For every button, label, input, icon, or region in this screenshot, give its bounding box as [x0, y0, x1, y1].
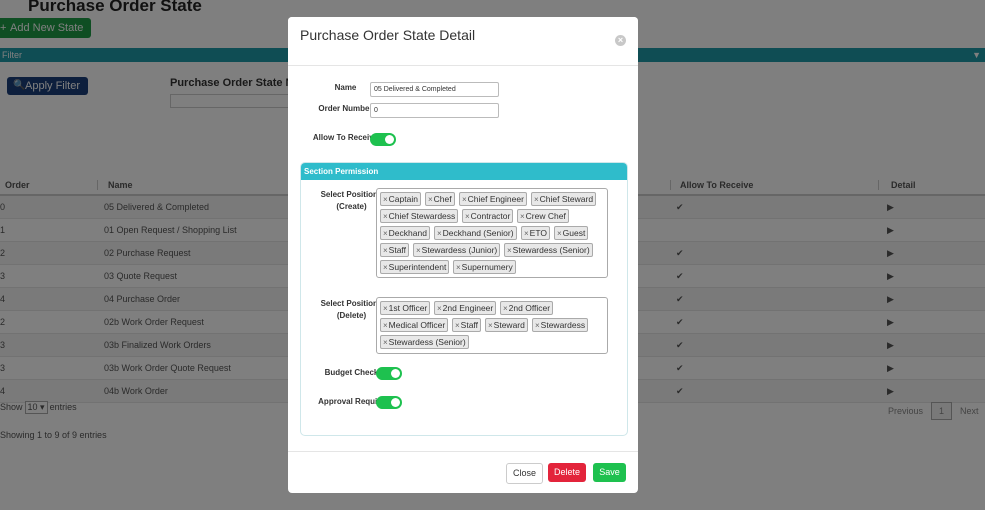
- position-tag-label: Supernumery: [461, 262, 513, 272]
- position-tag-label: 2nd Officer: [508, 303, 551, 313]
- budget-check-toggle[interactable]: [376, 367, 402, 380]
- position-tag[interactable]: ×Deckhand (Senior): [434, 226, 517, 240]
- position-tag[interactable]: ×Crew Chef: [517, 209, 569, 223]
- remove-tag-icon[interactable]: ×: [435, 304, 443, 313]
- remove-tag-icon[interactable]: ×: [435, 229, 443, 238]
- position-tag-label: Staff: [460, 320, 478, 330]
- position-tag-label: Steward: [493, 320, 525, 330]
- position-tag-label: Stewardess (Senior): [512, 245, 590, 255]
- position-tag[interactable]: ×Chief Engineer: [459, 192, 527, 206]
- position-tag[interactable]: ×Steward: [485, 318, 528, 332]
- positions-create-multiselect[interactable]: ×Captain ×Chef ×Chief Engineer ×Chief Stewa…: [376, 188, 608, 278]
- remove-tag-icon[interactable]: ×: [505, 246, 513, 255]
- remove-tag-icon[interactable]: ×: [522, 229, 530, 238]
- position-tag-label: 2nd Engineer: [442, 303, 494, 313]
- position-tag-label: Crew Chef: [525, 211, 566, 221]
- position-tag[interactable]: ×2nd Officer: [500, 301, 554, 315]
- position-tag-label: Deckhand: [388, 228, 427, 238]
- position-tag[interactable]: ×Medical Officer: [380, 318, 449, 332]
- position-tag[interactable]: ×Chief Steward: [531, 192, 597, 206]
- delete-button[interactable]: Delete: [548, 463, 586, 482]
- position-tag-label: Chief Engineer: [467, 194, 524, 204]
- position-tag[interactable]: ×Stewardess (Senior): [504, 243, 593, 257]
- position-tag[interactable]: ×2nd Engineer: [434, 301, 497, 315]
- position-tag-label: Chef: [433, 194, 452, 204]
- position-tag[interactable]: ×ETO: [521, 226, 550, 240]
- position-tag-label: Stewardess: [540, 320, 586, 330]
- remove-tag-icon[interactable]: ×: [454, 263, 462, 272]
- remove-tag-icon[interactable]: ×: [381, 212, 389, 221]
- order-number-field[interactable]: 0: [370, 103, 499, 118]
- remove-tag-icon[interactable]: ×: [381, 229, 389, 238]
- position-tag[interactable]: ×Guest: [554, 226, 589, 240]
- remove-tag-icon[interactable]: ×: [381, 195, 389, 204]
- remove-tag-icon[interactable]: ×: [532, 195, 540, 204]
- save-button[interactable]: Save: [593, 463, 626, 482]
- position-tag-label: Medical Officer: [388, 320, 446, 330]
- position-tag[interactable]: ×Staff: [452, 318, 481, 332]
- section-permission-header: Section Permission: [301, 163, 627, 180]
- position-tag-label: ETO: [529, 228, 547, 238]
- position-tag-label: Stewardess (Junior): [421, 245, 498, 255]
- remove-tag-icon[interactable]: ×: [381, 304, 389, 313]
- section-permission-panel: Section Permission Select Positions (Cre…: [300, 162, 628, 436]
- modal-title: Purchase Order State Detail: [300, 27, 476, 43]
- approval-require-toggle[interactable]: [376, 396, 402, 409]
- remove-tag-icon[interactable]: ×: [501, 304, 509, 313]
- remove-tag-icon[interactable]: ×: [381, 246, 389, 255]
- position-tag[interactable]: ×Stewardess (Senior): [380, 335, 469, 349]
- remove-tag-icon[interactable]: ×: [555, 229, 563, 238]
- position-tag[interactable]: ×Stewardess: [532, 318, 589, 332]
- position-tag[interactable]: ×Supernumery: [453, 260, 516, 274]
- name-field[interactable]: 05 Delivered & Completed: [370, 82, 499, 97]
- close-icon[interactable]: ×: [615, 35, 626, 46]
- position-tag-label: Deckhand (Senior): [442, 228, 514, 238]
- position-tag-label: Staff: [388, 245, 406, 255]
- section-permission-title: Section Permission: [304, 167, 379, 176]
- position-tag-label: Contractor: [470, 211, 511, 221]
- position-tag-label: Guest: [562, 228, 586, 238]
- position-tag[interactable]: ×Deckhand: [380, 226, 430, 240]
- position-tag-label: Chief Steward: [539, 194, 594, 204]
- remove-tag-icon[interactable]: ×: [381, 338, 389, 347]
- remove-tag-icon[interactable]: ×: [460, 195, 468, 204]
- modal-footer: Close Delete Save: [288, 451, 638, 493]
- position-tag[interactable]: ×Contractor: [462, 209, 514, 223]
- position-tag[interactable]: ×Superintendent: [380, 260, 450, 274]
- position-tag-label: Superintendent: [388, 262, 447, 272]
- remove-tag-icon[interactable]: ×: [533, 321, 541, 330]
- remove-tag-icon[interactable]: ×: [463, 212, 471, 221]
- position-tag[interactable]: ×Chief Stewardess: [380, 209, 459, 223]
- remove-tag-icon[interactable]: ×: [453, 321, 461, 330]
- modal-header: Purchase Order State Detail ×: [288, 17, 638, 66]
- position-tag-label: 1st Officer: [388, 303, 428, 313]
- allow-to-receive-toggle[interactable]: [370, 133, 396, 146]
- positions-delete-multiselect[interactable]: ×1st Officer ×2nd Engineer ×2nd Officer ×Me…: [376, 297, 608, 354]
- position-tag-label: Stewardess (Senior): [388, 337, 466, 347]
- position-tag[interactable]: ×Captain: [380, 192, 421, 206]
- remove-tag-icon[interactable]: ×: [486, 321, 494, 330]
- remove-tag-icon[interactable]: ×: [381, 321, 389, 330]
- position-tag[interactable]: ×1st Officer: [380, 301, 431, 315]
- position-tag-label: Captain: [388, 194, 418, 204]
- remove-tag-icon[interactable]: ×: [518, 212, 526, 221]
- position-tag[interactable]: ×Staff: [380, 243, 409, 257]
- remove-tag-icon[interactable]: ×: [426, 195, 434, 204]
- position-tag-label: Chief Stewardess: [388, 211, 456, 221]
- position-tag[interactable]: ×Chef: [425, 192, 455, 206]
- close-button[interactable]: Close: [506, 463, 543, 484]
- state-detail-modal: Purchase Order State Detail × Name 05 De…: [288, 17, 638, 493]
- position-tag[interactable]: ×Stewardess (Junior): [413, 243, 501, 257]
- remove-tag-icon[interactable]: ×: [381, 263, 389, 272]
- remove-tag-icon[interactable]: ×: [414, 246, 422, 255]
